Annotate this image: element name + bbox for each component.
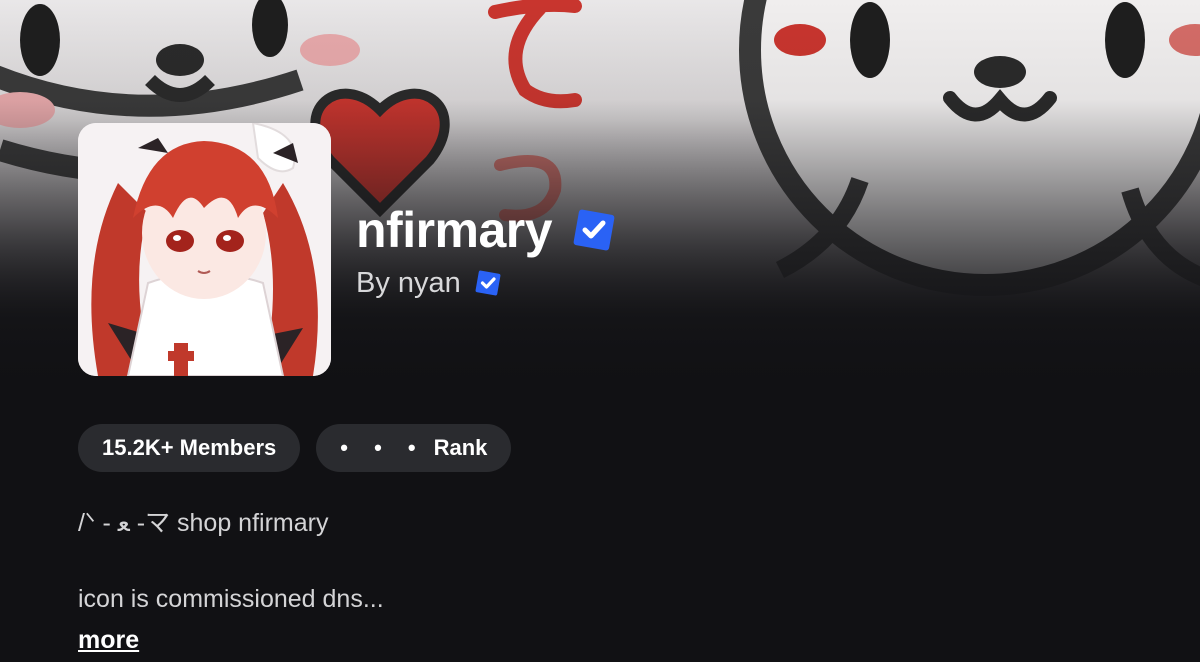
members-count: 15.2K+ Members xyxy=(102,435,277,460)
group-stats: 15.2K+ Members • • • Rank xyxy=(78,424,512,472)
group-description-line-1: /ᐠ - ﻌ -マ shop nfirmary xyxy=(78,509,329,537)
owner-verified-check-icon xyxy=(475,270,501,296)
rank-loading-dots-icon: • • • xyxy=(340,435,426,460)
group-name: nfirmary xyxy=(356,202,553,258)
rank-pill[interactable]: • • • Rank xyxy=(316,424,512,472)
rank-label: Rank xyxy=(433,435,488,460)
group-title-row: nfirmary xyxy=(356,200,618,260)
group-owner-row[interactable]: By nyan xyxy=(356,263,503,303)
members-pill[interactable]: 15.2K+ Members xyxy=(78,424,301,472)
more-link[interactable]: more xyxy=(78,623,139,657)
group-icon xyxy=(78,123,331,376)
group-description-line-2: icon is commissioned dns... xyxy=(78,585,384,613)
verified-check-icon xyxy=(573,209,615,251)
group-owner-link[interactable]: By nyan xyxy=(356,263,461,303)
group-icon-illustration xyxy=(78,123,331,376)
